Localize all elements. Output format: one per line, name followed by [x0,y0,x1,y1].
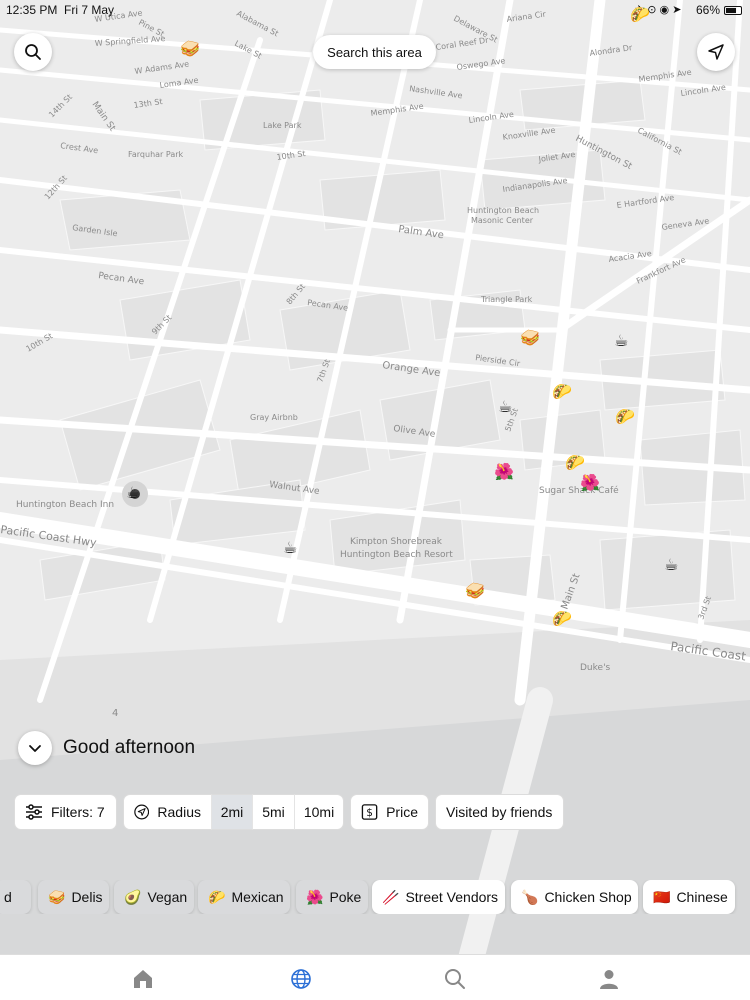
category-chip-street-vendors[interactable]: 🥢 Street Vendors [372,880,505,914]
category-label: Mexican [231,889,284,905]
category-label: d [4,889,12,905]
chevron-down-icon [29,745,41,752]
poke-marker[interactable]: 🌺 [580,476,600,492]
category-emoji: 🥢 [382,888,400,905]
category-chip-chinese[interactable]: 🇨🇳 Chinese [643,880,735,914]
tab-bar [0,954,750,1000]
map-misc-label: 4 [112,708,118,719]
search-icon [25,44,41,60]
category-label: Delis [71,889,103,905]
sandwich-marker[interactable]: 🥪 [520,331,540,347]
poke-marker[interactable]: 🌺 [494,465,514,481]
category-chip-delis[interactable]: 🥪 Delis [38,880,109,914]
status-date: Fri 7 May [64,3,115,17]
locate-me-button[interactable] [697,33,735,71]
tab-profile[interactable] [597,967,621,991]
greeting-text: Good afternoon [63,737,196,758]
svg-text:$: $ [366,807,373,819]
sandwich-marker[interactable]: 🥪 [180,42,200,58]
street-label: Duke's [580,663,611,673]
filters-label: Filters: 7 [51,804,105,820]
globe-icon [291,969,311,989]
price-label: Price [386,804,418,820]
category-emoji: 🌮 [208,888,226,905]
navigation-arrow-icon [708,44,724,60]
battery-percent: 66% [696,3,721,17]
radius-option-2mi[interactable]: 2mi [211,794,253,830]
category-emoji: 🇨🇳 [653,888,671,905]
category-chip-mexican[interactable]: 🌮 Mexican [198,880,290,914]
price-button[interactable]: $ Price [350,794,429,830]
dollar-icon: $ [361,804,378,820]
tab-home[interactable] [131,967,155,991]
category-label: Chicken Shop [544,889,632,905]
visited-by-friends-button[interactable]: Visited by friends [435,794,564,830]
taco-marker[interactable]: 🌮 [630,8,650,24]
coffee-marker[interactable]: ☕ [498,400,512,416]
category-chip-vegan[interactable]: 🥑 Vegan [114,880,194,914]
street-label: Farquhar Park [128,150,184,159]
category-chip-poke[interactable]: 🌺 Poke [296,880,368,914]
home-icon [134,970,152,988]
radius-option-label: 2mi [220,804,244,820]
street-label: Gray Airbnb [250,413,298,422]
search-this-area-button[interactable]: Search this area [313,35,436,69]
taco-marker[interactable]: 🌮 [552,612,572,628]
coffee-marker[interactable]: ☕ [283,541,297,557]
taco-marker[interactable]: 🌮 [565,456,585,472]
sliders-icon [26,804,42,820]
radius-button[interactable]: Radius [123,794,212,830]
radius-option-5mi[interactable]: 5mi [252,794,295,830]
street-label: Masonic Center [471,216,534,225]
greeting-row: Good afternoon [18,731,195,765]
category-label: Chinese [676,889,728,905]
category-label: Vegan [147,889,188,905]
category-label: Street Vendors [405,889,499,905]
category-emoji: 🥑 [124,888,142,905]
radius-option-10mi[interactable]: 10mi [294,794,344,830]
collapse-button[interactable] [18,731,52,765]
sandwich-marker[interactable]: 🥪 [465,584,485,600]
street-label: Huntington Beach Inn [16,500,114,510]
tab-explore[interactable] [289,967,313,991]
coffee-marker[interactable]: ☕ [614,334,628,350]
street-label: Kimpton Shorebreak [350,537,443,547]
taco-marker[interactable]: 🌮 [615,410,635,426]
coffee-marker[interactable]: ☕ [126,486,140,502]
search-button[interactable] [14,33,52,71]
navigation-arrow-icon [134,804,150,820]
status-time: 12:35 PM [6,3,58,17]
friends-label: Visited by friends [446,804,553,820]
category-emoji: 🌺 [306,888,324,905]
radius-option-label: 5mi [262,804,285,820]
battery-icon [724,6,742,15]
map[interactable]: W Utica AvePine StW Adams AveLoma AveMai… [0,0,750,1000]
category-row: d 🥪 Delis 🥑 Vegan 🌮 Mexican 🌺 Poke 🥢 Street Vendor… [0,880,750,914]
street-label: Triangle Park [480,295,533,304]
category-chip-chicken-shop[interactable]: 🍗 Chicken Shop [511,880,638,914]
category-label: Poke [329,889,362,905]
street-label: Huntington Beach [467,206,539,215]
street-label: Lake Park [263,121,302,130]
profile-icon [600,970,618,989]
tab-search[interactable] [443,967,467,991]
street-label: Huntington Beach Resort [340,550,453,560]
search-icon [445,969,465,989]
radius-label: Radius [157,804,201,820]
filters-button[interactable]: Filters: 7 [14,794,117,830]
radius-option-label: 10mi [303,804,335,820]
category-chip-d[interactable]: d [0,880,31,914]
category-emoji: 🍗 [521,888,539,905]
coffee-marker[interactable]: ☕ [664,558,678,574]
taco-marker[interactable]: 🌮 [552,385,572,401]
category-emoji: 🥪 [48,888,66,905]
